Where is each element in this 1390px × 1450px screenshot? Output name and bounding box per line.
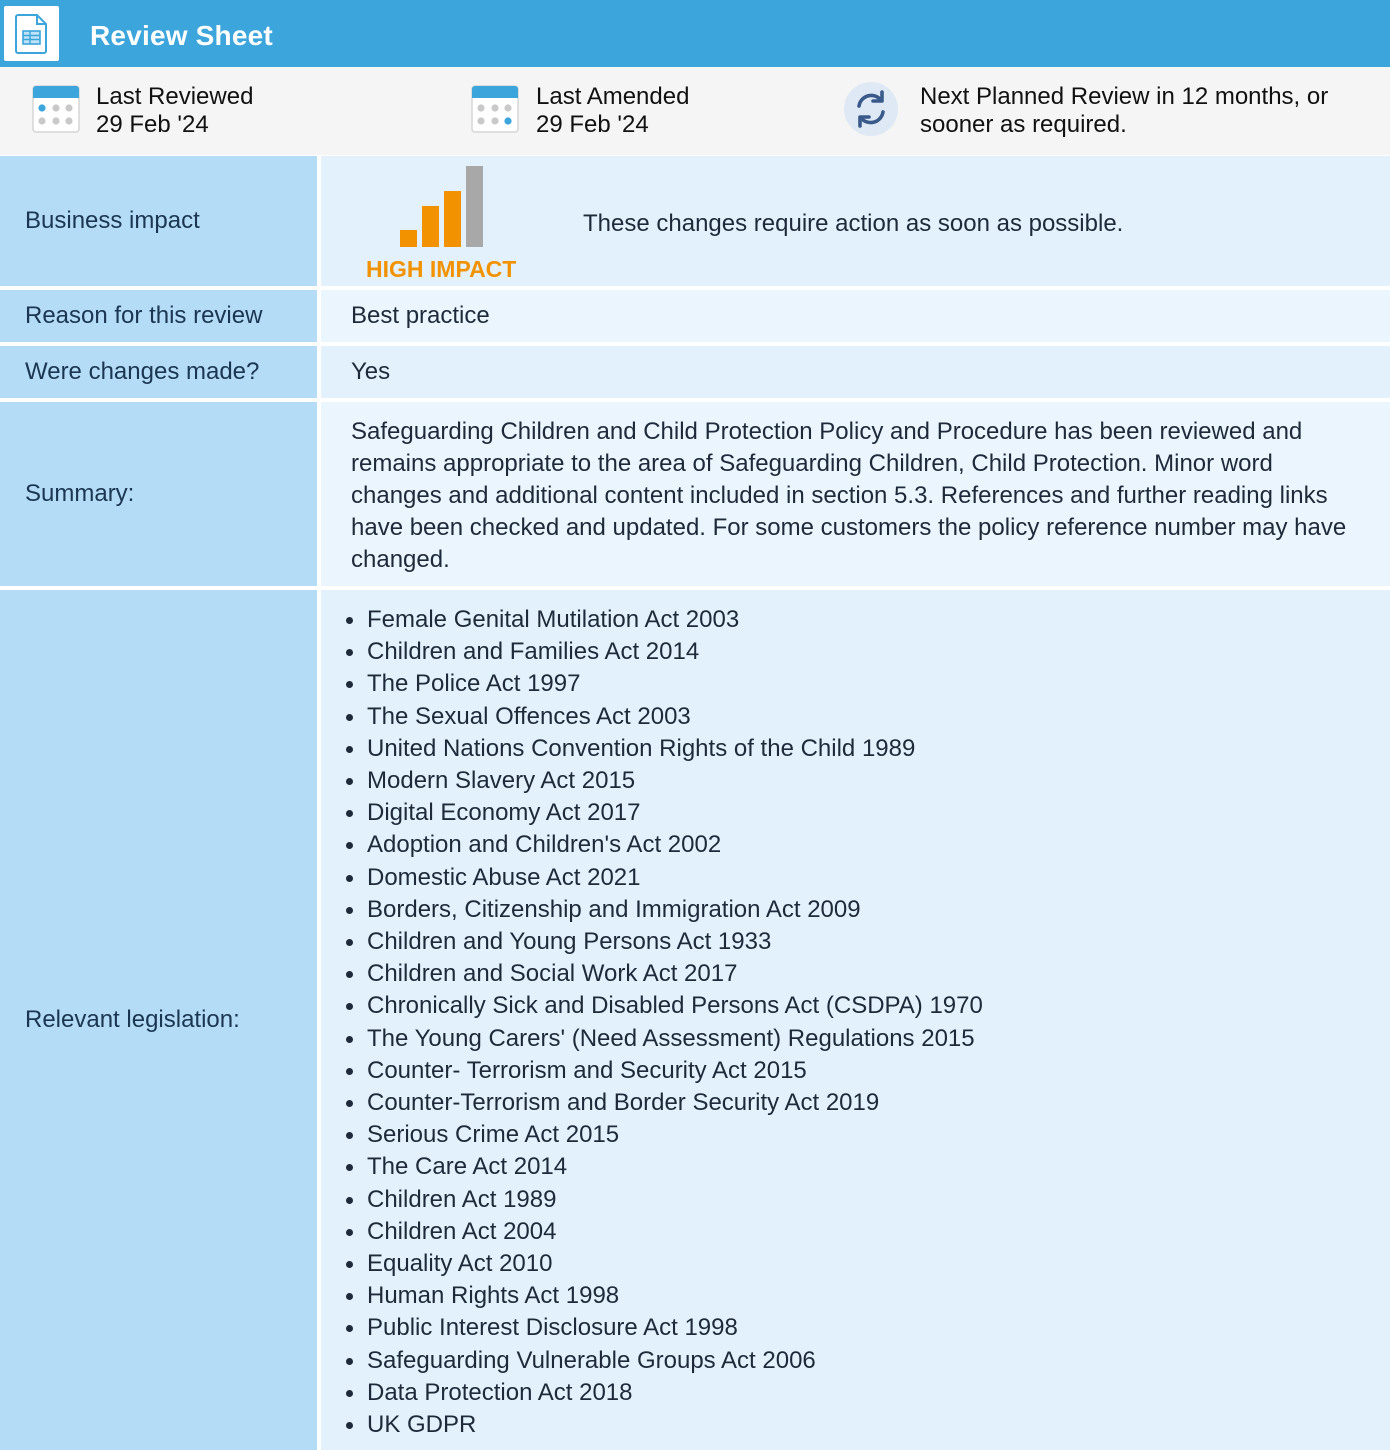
legislation-item: Children Act 1989 <box>341 1184 1390 1216</box>
reason-label: Reason for this review <box>0 290 317 342</box>
legislation-item: Safeguarding Vulnerable Groups Act 2006 <box>341 1345 1390 1377</box>
next-review-line2: sooner as required. <box>920 111 1127 138</box>
changes-value: Yes <box>321 346 1390 398</box>
business-impact-cell: HIGH IMPACT These changes require action… <box>321 156 1390 286</box>
legislation-item: Children and Social Work Act 2017 <box>341 958 1390 990</box>
reason-value: Best practice <box>321 290 1390 342</box>
legislation-list-cell: Female Genital Mutilation Act 2003 Childr… <box>321 590 1390 1450</box>
page-title: Review Sheet <box>90 20 273 51</box>
legislation-item: Children Act 2004 <box>341 1216 1390 1248</box>
legislation-item: Counter- Terrorism and Security Act 2015 <box>341 1055 1390 1087</box>
summary-label: Summary: <box>0 402 317 586</box>
review-table: Business impact HIGH IMPACT These change… <box>0 156 1390 1450</box>
impact-description: These changes require action as soon as … <box>583 210 1124 237</box>
legislation-item: UK GDPR <box>341 1409 1390 1441</box>
last-amended-label: Last Amended <box>536 83 690 110</box>
next-review-line1: Next Planned Review in 12 months, or <box>920 83 1329 110</box>
review-dates-bar: Last Reviewed 29 Feb '24 Last Amended 29… <box>0 67 1390 155</box>
legislation-item: Modern Slavery Act 2015 <box>341 765 1390 797</box>
legislation-item: The Police Act 1997 <box>341 668 1390 700</box>
legislation-item: Public Interest Disclosure Act 1998 <box>341 1312 1390 1344</box>
legislation-item: Domestic Abuse Act 2021 <box>341 862 1390 894</box>
last-amended: Last Amended 29 Feb '24 <box>536 83 689 139</box>
legislation-item: United Nations Convention Rights of the … <box>341 733 1390 765</box>
legislation-item: The Sexual Offences Act 2003 <box>341 701 1390 733</box>
legislation-item: Children and Families Act 2014 <box>341 636 1390 668</box>
legislation-item: Human Rights Act 1998 <box>341 1280 1390 1312</box>
last-amended-date: 29 Feb '24 <box>536 111 649 138</box>
legislation-item: Data Protection Act 2018 <box>341 1377 1390 1409</box>
legislation-item: Adoption and Children's Act 2002 <box>341 829 1390 861</box>
summary-text: Safeguarding Children and Child Protecti… <box>321 402 1390 586</box>
legislation-item: Digital Economy Act 2017 <box>341 797 1390 829</box>
refresh-icon <box>844 82 898 136</box>
last-reviewed-date: 29 Feb '24 <box>96 111 209 138</box>
business-impact-label: Business impact <box>0 156 317 286</box>
calendar-icon <box>471 85 519 133</box>
impact-level-label: HIGH IMPACT <box>366 256 517 282</box>
legislation-item: Chronically Sick and Disabled Persons Ac… <box>341 990 1390 1022</box>
legislation-item: The Care Act 2014 <box>341 1151 1390 1183</box>
review-sheet-header: Review Sheet <box>0 0 1390 67</box>
legislation-item: Children and Young Persons Act 1933 <box>341 926 1390 958</box>
legislation-item: Equality Act 2010 <box>341 1248 1390 1280</box>
changes-label: Were changes made? <box>0 346 317 398</box>
legislation-item: Borders, Citizenship and Immigration Act… <box>341 894 1390 926</box>
next-review: Next Planned Review in 12 months, or soo… <box>920 83 1328 139</box>
legislation-item: Counter-Terrorism and Border Security Ac… <box>341 1087 1390 1119</box>
legislation-item: The Young Carers' (Need Assessment) Regu… <box>341 1023 1390 1055</box>
legislation-item: Female Genital Mutilation Act 2003 <box>341 604 1390 636</box>
impact-bars-icon <box>400 166 483 247</box>
document-sheet-icon <box>4 6 59 61</box>
legislation-list: Female Genital Mutilation Act 2003 Childr… <box>341 604 1390 1441</box>
last-reviewed-label: Last Reviewed <box>96 83 254 110</box>
last-reviewed: Last Reviewed 29 Feb '24 <box>96 83 253 139</box>
calendar-icon <box>32 85 80 133</box>
legislation-label: Relevant legislation: <box>0 590 317 1450</box>
legislation-item: Serious Crime Act 2015 <box>341 1119 1390 1151</box>
